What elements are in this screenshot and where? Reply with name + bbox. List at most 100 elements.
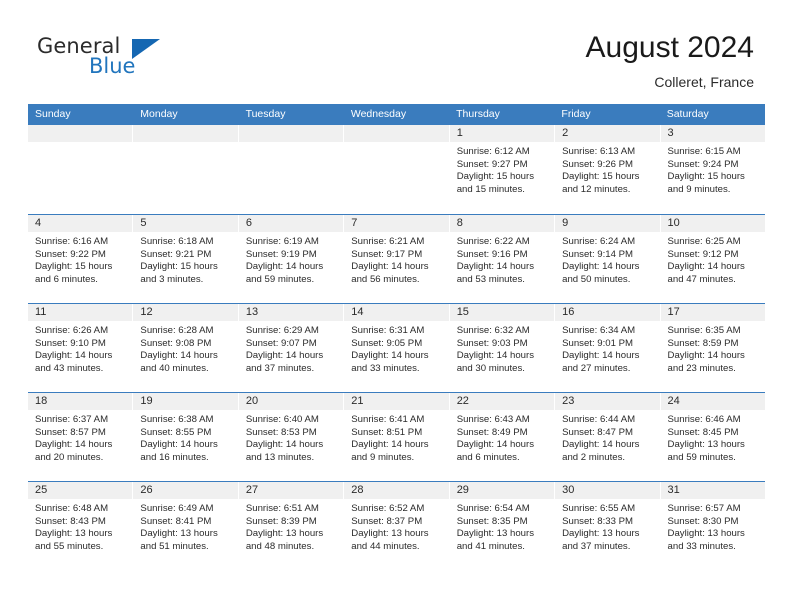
day-detail-line: and 51 minutes. <box>140 540 209 552</box>
day-detail-line: Daylight: 13 hours <box>456 528 535 540</box>
day-detail-lines: Sunrise: 6:29 AM Sunset: 9:07 PM Daylight:… <box>239 321 343 375</box>
day-cell[interactable]: 5 Sunrise: 6:18 AM Sunset: 9:21 PM Daylight… <box>133 215 239 303</box>
day-number-band: 30 <box>555 482 660 499</box>
day-cell[interactable]: 11 Sunrise: 6:26 AM Sunset: 9:10 PM Dayligh… <box>28 304 134 392</box>
day-detail-line: Sunrise: 6:48 AM <box>35 503 109 514</box>
day-cell[interactable]: 16 Sunrise: 6:34 AM Sunset: 9:01 PM Dayligh… <box>555 304 661 392</box>
day-detail-line: and 3 minutes. <box>140 273 204 285</box>
day-cell[interactable]: 29 Sunrise: 6:54 AM Sunset: 8:35 PM Dayligh… <box>449 482 556 570</box>
day-cell[interactable]: 10 Sunrise: 6:25 AM Sunset: 9:12 PM Dayligh… <box>660 215 765 303</box>
day-cell[interactable]: 25 Sunrise: 6:48 AM Sunset: 8:43 PM Dayligh… <box>28 482 134 570</box>
day-detail-line: Daylight: 14 hours <box>667 261 745 273</box>
day-number-band: 26 <box>133 482 238 499</box>
day-number: 26 <box>140 484 153 496</box>
page-title: August 2024 <box>585 31 754 64</box>
day-cell[interactable]: 22 Sunrise: 6:43 AM Sunset: 8:49 PM Dayligh… <box>449 393 556 481</box>
day-detail-lines: Sunrise: 6:12 AM Sunset: 9:27 PM Daylight:… <box>450 142 554 196</box>
day-detail-line: Sunrise: 6:37 AM <box>35 414 109 425</box>
day-detail-line: Sunset: 8:37 PM <box>351 515 423 527</box>
day-cell[interactable]: 24 Sunrise: 6:46 AM Sunset: 8:45 PM Dayligh… <box>660 393 765 481</box>
day-number-band: 23 <box>555 393 660 410</box>
day-number-band <box>28 125 133 142</box>
day-detail-line: Sunrise: 6:19 AM <box>245 236 319 247</box>
day-detail-line: Daylight: 14 hours <box>456 350 535 362</box>
day-cell[interactable]: 4 Sunrise: 6:16 AM Sunset: 9:22 PM Daylight… <box>28 215 134 303</box>
day-detail-lines: Sunrise: 6:51 AM Sunset: 8:39 PM Daylight:… <box>239 499 343 553</box>
day-number: 31 <box>667 484 680 496</box>
day-number: 3 <box>667 127 674 139</box>
day-detail-line: Sunrise: 6:55 AM <box>562 503 636 514</box>
day-number: 19 <box>140 395 153 407</box>
day-cell[interactable]: 18 Sunrise: 6:37 AM Sunset: 8:57 PM Dayligh… <box>28 393 134 481</box>
day-cell[interactable]: 23 Sunrise: 6:44 AM Sunset: 8:47 PM Dayligh… <box>555 393 661 481</box>
day-cell[interactable]: 9 Sunrise: 6:24 AM Sunset: 9:14 PM Daylight… <box>555 215 661 303</box>
calendar-weeks: 1 Sunrise: 6:12 AM Sunset: 9:27 PM Daylight… <box>28 125 765 570</box>
day-cell[interactable]: 27 Sunrise: 6:51 AM Sunset: 8:39 PM Dayligh… <box>238 482 345 570</box>
day-cell[interactable]: 15 Sunrise: 6:32 AM Sunset: 9:03 PM Dayligh… <box>449 304 556 392</box>
logo[interactable]: General Blue <box>37 36 177 86</box>
day-number: 15 <box>456 306 469 318</box>
day-cell[interactable]: 21 Sunrise: 6:41 AM Sunset: 8:51 PM Dayligh… <box>344 393 450 481</box>
day-cell[interactable]: 3 Sunrise: 6:15 AM Sunset: 9:24 PM Daylight… <box>660 125 765 214</box>
day-detail-line: Sunrise: 6:35 AM <box>667 325 741 336</box>
day-detail-line: Daylight: 14 hours <box>351 350 429 362</box>
day-cell[interactable]: 26 Sunrise: 6:49 AM Sunset: 8:41 PM Dayligh… <box>133 482 239 570</box>
day-number: 24 <box>667 395 680 407</box>
day-detail-line: and 59 minutes. <box>245 273 315 285</box>
calendar-week-row: 11 Sunrise: 6:26 AM Sunset: 9:10 PM Dayligh… <box>28 303 765 392</box>
weekday-header-sunday: Sunday <box>35 108 71 120</box>
day-cell[interactable]: 17 Sunrise: 6:35 AM Sunset: 8:59 PM Dayligh… <box>660 304 765 392</box>
day-cell[interactable]: 1 Sunrise: 6:12 AM Sunset: 9:27 PM Daylight… <box>449 125 556 214</box>
day-detail-lines: Sunrise: 6:22 AM Sunset: 9:16 PM Daylight:… <box>450 232 554 286</box>
weekday-header-friday: Friday <box>561 108 591 120</box>
weekday-header-saturday: Saturday <box>666 108 709 120</box>
day-detail-line: Sunrise: 6:16 AM <box>35 236 109 247</box>
day-detail-line: and 33 minutes. <box>351 362 420 374</box>
day-detail-lines: Sunrise: 6:49 AM Sunset: 8:41 PM Daylight:… <box>133 499 237 553</box>
day-detail-line: Sunset: 9:03 PM <box>456 337 528 349</box>
day-detail-lines: Sunrise: 6:24 AM Sunset: 9:14 PM Daylight:… <box>555 232 659 286</box>
day-cell[interactable]: 30 Sunrise: 6:55 AM Sunset: 8:33 PM Dayligh… <box>555 482 661 570</box>
day-cell[interactable]: 13 Sunrise: 6:29 AM Sunset: 9:07 PM Dayligh… <box>238 304 345 392</box>
day-number: 2 <box>562 127 569 139</box>
day-detail-line: Sunset: 9:14 PM <box>562 248 634 260</box>
day-cell[interactable]: 14 Sunrise: 6:31 AM Sunset: 9:05 PM Dayligh… <box>344 304 450 392</box>
day-detail-line: Sunset: 8:53 PM <box>245 426 317 438</box>
day-cell[interactable]: 28 Sunrise: 6:52 AM Sunset: 8:37 PM Dayligh… <box>344 482 450 570</box>
day-detail-line: Sunrise: 6:12 AM <box>456 146 530 157</box>
day-cell[interactable]: 2 Sunrise: 6:13 AM Sunset: 9:26 PM Daylight… <box>555 125 661 214</box>
day-number: 6 <box>245 217 252 229</box>
day-detail-line: and 30 minutes. <box>456 362 525 374</box>
day-detail-lines: Sunrise: 6:31 AM Sunset: 9:05 PM Daylight:… <box>344 321 448 375</box>
day-detail-line: Sunrise: 6:15 AM <box>667 146 741 157</box>
day-number-band: 29 <box>449 482 555 499</box>
day-number-band: 9 <box>555 215 660 232</box>
day-detail-line: Sunset: 8:35 PM <box>456 515 528 527</box>
day-number: 16 <box>562 306 575 318</box>
weekday-header-row: Sunday Monday Tuesday Wednesday Thursday Frid… <box>28 104 765 125</box>
day-cell[interactable]: 8 Sunrise: 6:22 AM Sunset: 9:16 PM Daylight… <box>449 215 556 303</box>
calendar-week-row: 18 Sunrise: 6:37 AM Sunset: 8:57 PM Dayligh… <box>28 392 765 481</box>
day-detail-line: Sunset: 8:39 PM <box>245 515 317 527</box>
day-cell[interactable]: 19 Sunrise: 6:38 AM Sunset: 8:55 PM Dayligh… <box>133 393 239 481</box>
day-number: 18 <box>35 395 48 407</box>
day-number: 20 <box>245 395 259 407</box>
day-detail-lines: Sunrise: 6:34 AM Sunset: 9:01 PM Daylight:… <box>555 321 659 375</box>
day-cell[interactable]: 12 Sunrise: 6:28 AM Sunset: 9:08 PM Dayligh… <box>133 304 239 392</box>
day-number-band: 7 <box>344 215 449 232</box>
day-detail-line: Daylight: 14 hours <box>35 350 113 362</box>
day-cell[interactable]: 7 Sunrise: 6:21 AM Sunset: 9:17 PM Daylight… <box>344 215 450 303</box>
day-detail-line: Daylight: 13 hours <box>245 528 324 540</box>
day-cell[interactable]: 6 Sunrise: 6:19 AM Sunset: 9:19 PM Daylight… <box>238 215 345 303</box>
day-detail-lines: Sunrise: 6:19 AM Sunset: 9:19 PM Daylight:… <box>239 232 343 286</box>
calendar-week-row: 4 Sunrise: 6:16 AM Sunset: 9:22 PM Daylight… <box>28 214 765 303</box>
day-cell[interactable]: 20 Sunrise: 6:40 AM Sunset: 8:53 PM Dayligh… <box>238 393 345 481</box>
weekday-header-monday: Monday <box>140 108 178 120</box>
calendar-page: General Blue August 2024 Colleret, Franc… <box>0 0 792 612</box>
day-detail-line: Sunrise: 6:25 AM <box>667 236 741 247</box>
day-cell[interactable]: 31 Sunrise: 6:57 AM Sunset: 8:30 PM Dayligh… <box>660 482 765 570</box>
day-detail-line: Daylight: 15 hours <box>667 171 745 183</box>
day-number-band: 2 <box>555 125 660 142</box>
day-detail-lines: Sunrise: 6:15 AM Sunset: 9:24 PM Daylight:… <box>661 142 765 196</box>
day-number-band: 1 <box>449 125 555 142</box>
